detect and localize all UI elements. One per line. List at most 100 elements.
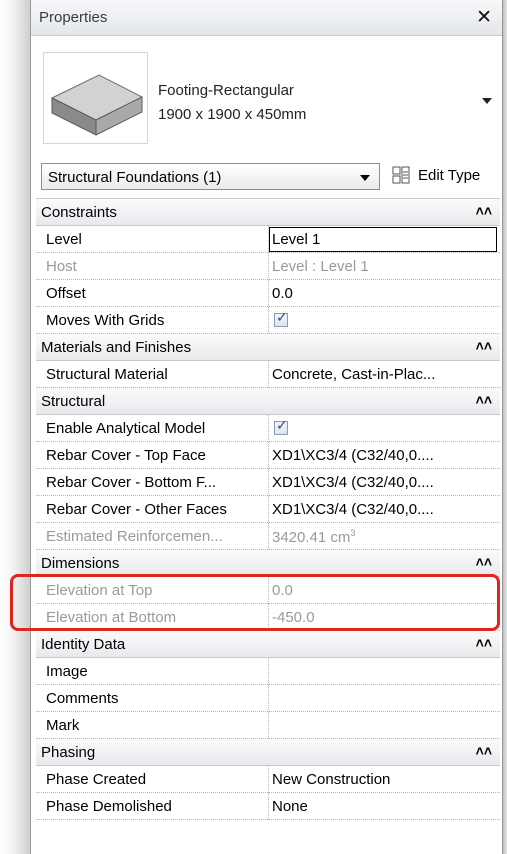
property-name: Structural Material <box>46 366 168 383</box>
properties-grid: Constraints ˄˄ Level Level 1 Host Level … <box>36 198 500 820</box>
column-divider <box>268 793 269 820</box>
property-row-level[interactable]: Level Level 1 <box>36 226 500 253</box>
property-row-structural-material[interactable]: Structural Material Concrete, Cast-in-Pl… <box>36 361 500 388</box>
property-name: Phase Demolished <box>46 798 172 815</box>
edit-type-label: Edit Type <box>418 167 481 184</box>
palette-title: Properties <box>39 9 108 26</box>
property-name: Rebar Cover - Bottom F... <box>46 474 217 491</box>
unit-exponent: 3 <box>350 528 356 538</box>
property-name: Estimated Reinforcemen... <box>46 528 223 545</box>
property-value: 3420.41 cm3 <box>272 528 496 546</box>
column-divider <box>268 415 269 442</box>
property-name: Image <box>46 663 88 680</box>
column-divider <box>268 469 269 496</box>
group-structural[interactable]: Structural ˄˄ <box>36 388 500 415</box>
property-value: Level : Level 1 <box>272 258 369 275</box>
column-divider <box>268 307 269 334</box>
edit-type-button[interactable]: Edit Type <box>388 163 500 190</box>
moves-with-grids-checkbox[interactable]: ✓ <box>274 309 288 327</box>
property-value[interactable]: XD1\XC3/4 (C32/40,0.... <box>272 474 496 491</box>
collapse-icon[interactable]: ˄˄ <box>476 554 492 570</box>
group-constraints[interactable]: Constraints ˄˄ <box>36 199 500 226</box>
property-row-rebar-cover-other[interactable]: Rebar Cover - Other Faces XD1\XC3/4 (C32… <box>36 496 500 523</box>
collapse-icon[interactable]: ˄˄ <box>476 203 492 219</box>
group-label: Phasing <box>41 744 96 761</box>
property-row-host: Host Level : Level 1 <box>36 253 500 280</box>
property-name: Rebar Cover - Top Face <box>46 447 206 464</box>
type-size-label: 1900 x 1900 x 450mm <box>158 106 307 123</box>
group-materials-and-finishes[interactable]: Materials and Finishes ˄˄ <box>36 334 500 361</box>
collapse-icon[interactable]: ˄˄ <box>476 635 492 651</box>
property-value[interactable]: XD1\XC3/4 (C32/40,0.... <box>272 501 496 518</box>
group-label: Structural <box>41 393 106 410</box>
column-divider <box>268 577 269 604</box>
column-divider <box>268 442 269 469</box>
chevron-down-icon[interactable] <box>482 98 492 104</box>
group-label: Identity Data <box>41 636 126 653</box>
collapse-icon[interactable]: ˄˄ <box>476 392 492 408</box>
property-name: Host <box>46 258 77 275</box>
property-value[interactable]: 0.0 <box>272 285 496 302</box>
property-name: Level <box>46 231 82 248</box>
property-name: Rebar Cover - Other Faces <box>46 501 227 518</box>
column-divider <box>268 658 269 685</box>
property-row-moves-with-grids[interactable]: Moves With Grids ✓ <box>36 307 500 334</box>
enable-analytical-model-checkbox[interactable]: ✓ <box>274 417 288 435</box>
instance-filter-dropdown[interactable]: Structural Foundations (1) <box>41 163 380 190</box>
footing-box-icon <box>43 52 148 144</box>
instance-filter-label: Structural Foundations (1) <box>48 169 222 186</box>
column-divider <box>268 280 269 307</box>
column-divider <box>268 523 269 550</box>
property-value: -450.0 <box>272 609 315 626</box>
close-icon[interactable]: ✕ <box>476 6 492 29</box>
group-phasing[interactable]: Phasing ˄˄ <box>36 739 500 766</box>
property-value[interactable]: Concrete, Cast-in-Plac... <box>272 366 496 383</box>
column-divider <box>268 253 269 280</box>
volume-value: 3420.41 cm <box>272 529 351 546</box>
property-name: Comments <box>46 690 119 707</box>
property-row-phase-created[interactable]: Phase Created New Construction <box>36 766 500 793</box>
title-bar[interactable]: Properties ✕ <box>31 0 502 36</box>
property-name: Offset <box>46 285 86 302</box>
property-name: Elevation at Top <box>46 582 153 599</box>
group-label: Materials and Finishes <box>41 339 192 356</box>
window-shadow-left <box>0 0 30 854</box>
property-value[interactable]: XD1\XC3/4 (C32/40,0.... <box>272 447 496 464</box>
property-value[interactable]: Level 1 <box>272 231 496 248</box>
group-identity-data[interactable]: Identity Data ˄˄ <box>36 631 500 658</box>
property-value: 0.0 <box>272 582 293 599</box>
type-family-name: Footing-Rectangular <box>158 82 294 99</box>
column-divider <box>268 712 269 739</box>
type-selector[interactable]: Footing-Rectangular 1900 x 1900 x 450mm <box>31 40 502 148</box>
column-divider <box>268 496 269 523</box>
group-dimensions[interactable]: Dimensions ˄˄ <box>36 550 500 577</box>
collapse-icon[interactable]: ˄˄ <box>476 743 492 759</box>
column-divider <box>268 766 269 793</box>
property-row-offset[interactable]: Offset 0.0 <box>36 280 500 307</box>
property-row-comments[interactable]: Comments <box>36 685 500 712</box>
property-name: Moves With Grids <box>46 312 165 329</box>
properties-palette: Properties ✕ Footing-Rectangular 1900 x … <box>30 0 503 854</box>
property-row-image[interactable]: Image <box>36 658 500 685</box>
group-label: Constraints <box>41 204 117 221</box>
property-row-phase-demolished[interactable]: Phase Demolished None <box>36 793 500 820</box>
checkmark-icon: ✓ <box>276 417 288 433</box>
property-name: Elevation at Bottom <box>46 609 177 626</box>
collapse-icon[interactable]: ˄˄ <box>476 338 492 354</box>
column-divider <box>268 604 269 631</box>
property-row-rebar-cover-bottom[interactable]: Rebar Cover - Bottom F... XD1\XC3/4 (C32… <box>36 469 500 496</box>
property-row-rebar-cover-top[interactable]: Rebar Cover - Top Face XD1\XC3/4 (C32/40… <box>36 442 500 469</box>
property-row-mark[interactable]: Mark <box>36 712 500 739</box>
group-label: Dimensions <box>41 555 120 572</box>
property-name: Enable Analytical Model <box>46 420 206 437</box>
column-divider <box>268 685 269 712</box>
property-row-estimated-reinforcement: Estimated Reinforcemen... 3420.41 cm3 <box>36 523 500 550</box>
property-value[interactable]: None <box>272 798 496 815</box>
property-row-enable-analytical-model[interactable]: Enable Analytical Model ✓ <box>36 415 500 442</box>
edit-type-icon <box>392 166 410 184</box>
property-name: Phase Created <box>46 771 147 788</box>
checkmark-icon: ✓ <box>276 309 288 325</box>
dropdown-arrow-icon[interactable] <box>360 175 370 181</box>
column-divider <box>268 361 269 388</box>
property-value[interactable]: New Construction <box>272 771 496 788</box>
